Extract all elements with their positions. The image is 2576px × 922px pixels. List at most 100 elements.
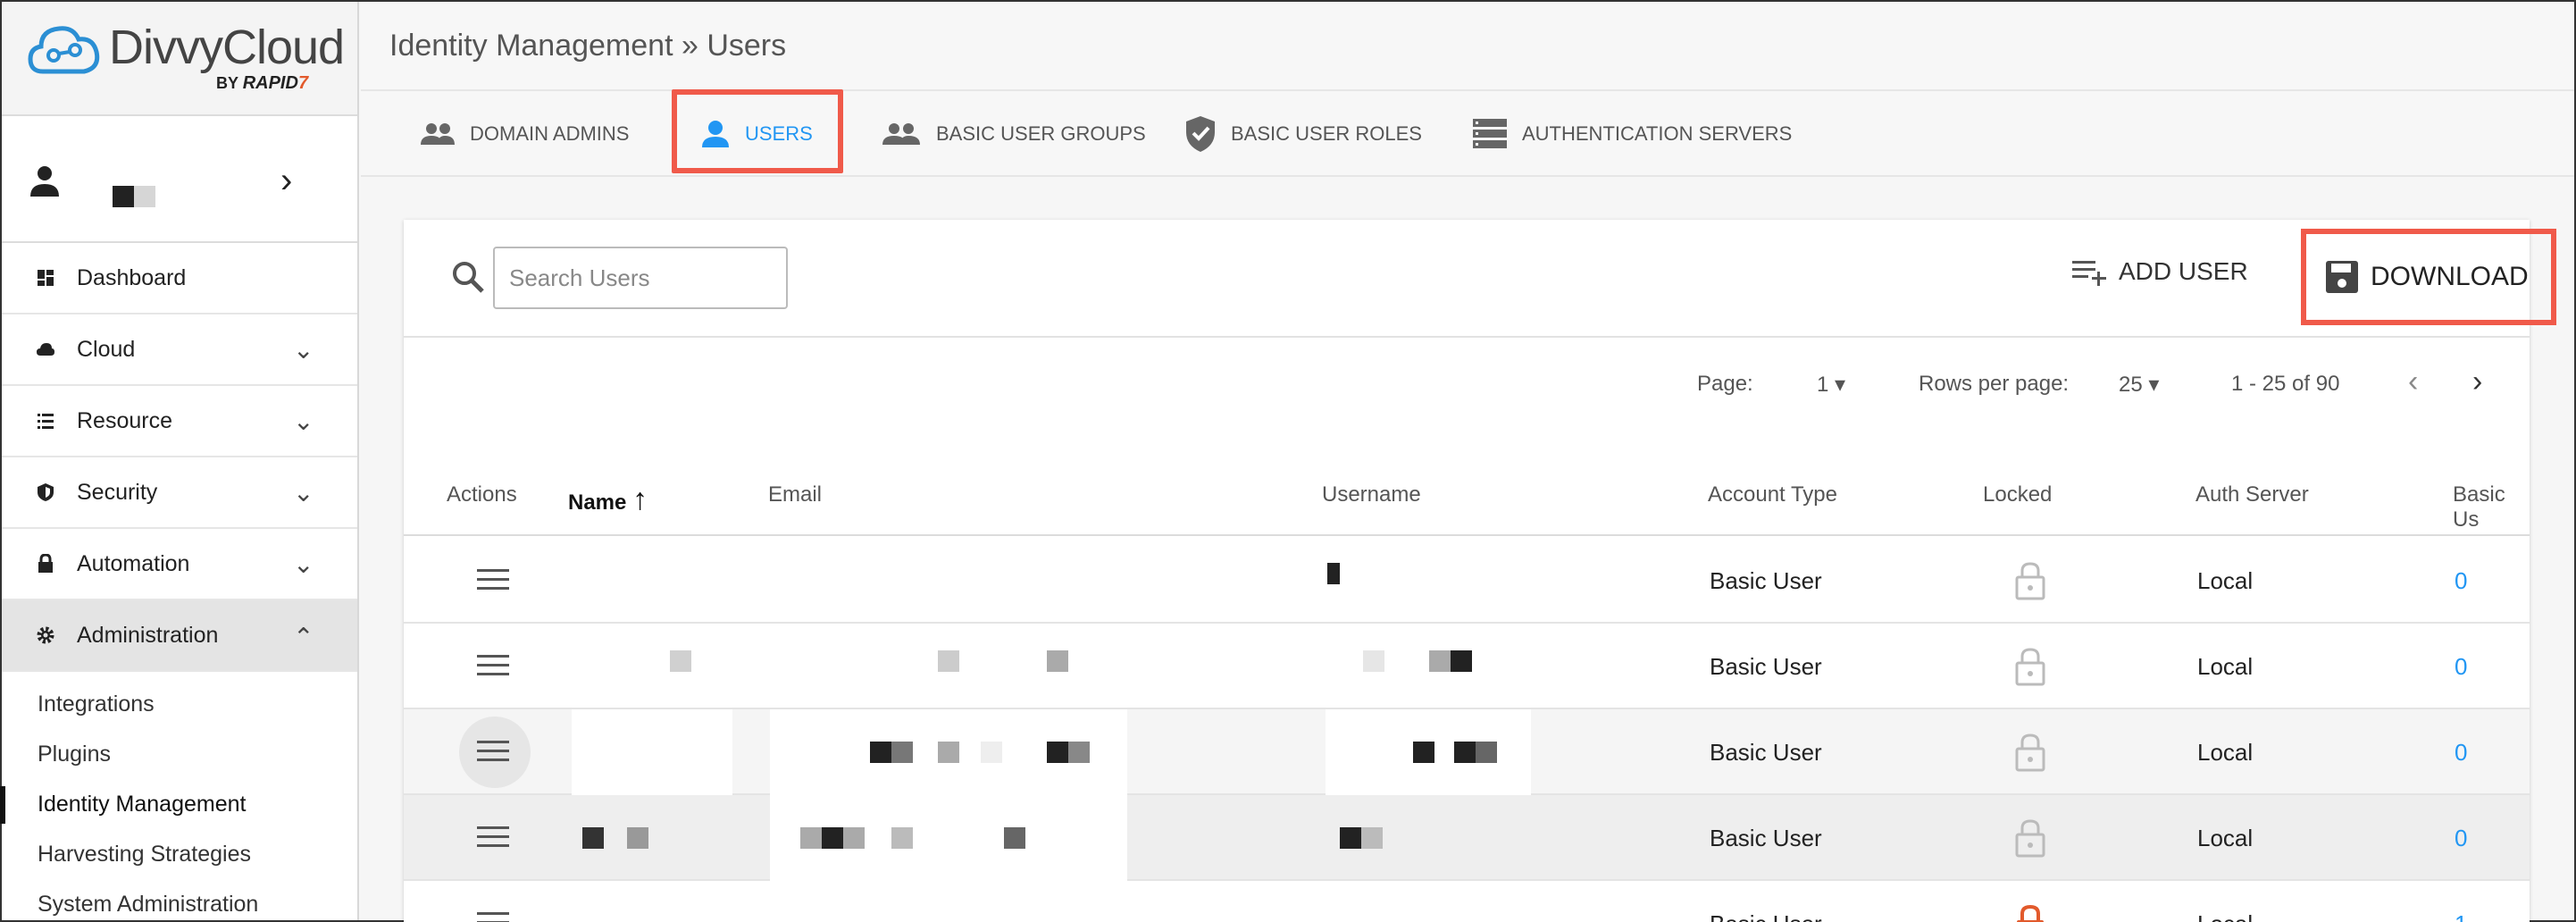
tab-basic-user-groups[interactable]: BASIC USER GROUPS — [881, 91, 1146, 177]
column-header-email[interactable]: Email — [768, 482, 822, 507]
row-actions-menu-icon[interactable] — [477, 565, 509, 595]
rows-per-page-value: 25 — [2119, 373, 2143, 397]
column-header-actions: Actions — [447, 482, 517, 507]
sidebar-item-dashboard[interactable]: Dashboard — [2, 243, 357, 314]
chevron-up-icon: ⌄ — [293, 621, 314, 650]
server-icon — [1473, 119, 1507, 148]
column-header-name-label: Name — [568, 490, 627, 515]
basic-user-groups-count-link[interactable]: 0 — [2455, 825, 2467, 852]
add-user-button[interactable]: ADD USER — [2070, 256, 2248, 288]
auth-server-cell: Local — [2197, 825, 2254, 851]
sidebar-item-security[interactable]: Security ⌄ — [2, 457, 357, 529]
sidebar-item-cloud[interactable]: Cloud ⌄ — [2, 314, 357, 386]
shield-check-icon — [1186, 116, 1215, 152]
rows-per-page-select[interactable]: 25 ▾ — [2119, 372, 2159, 398]
page-select[interactable]: 1 ▾ — [1817, 372, 1845, 398]
dropdown-arrow-icon: ▾ — [2148, 373, 2160, 397]
redacted-username — [1451, 650, 1472, 672]
sidebar-subitem-system-administration[interactable]: System Administration — [2, 879, 357, 922]
sidebar: DivvyCloud BY RAPID7 › Dashboard Cloud ⌄… — [0, 2, 359, 922]
tab-basic-user-roles[interactable]: BASIC USER ROLES — [1184, 91, 1422, 177]
cloud-logo-icon — [28, 26, 100, 74]
table-row[interactable]: Basic User Local 0 — [404, 709, 2530, 795]
redacted-email — [938, 742, 959, 763]
people-icon — [882, 123, 920, 145]
page-label: Page: — [1697, 372, 1753, 396]
table-row[interactable]: Basic User Local 0 — [404, 795, 2530, 881]
redacted-username — [1340, 827, 1361, 849]
dropdown-arrow-icon: ▾ — [1835, 373, 1846, 397]
table-header: Actions Name ↑ Email Username Account Ty… — [404, 447, 2530, 536]
shield-icon — [38, 483, 54, 501]
redacted-email — [938, 650, 959, 672]
prev-page-icon[interactable]: ‹ — [2408, 365, 2418, 399]
page-title: Identity Management » Users — [389, 29, 787, 63]
download-button[interactable]: DOWNLOAD — [2301, 229, 2556, 325]
sidebar-subitem-harvesting-strategies[interactable]: Harvesting Strategies — [2, 829, 357, 879]
column-header-basic-users[interactable]: Basic Us — [2453, 482, 2530, 532]
table-row[interactable]: Basic User Local 0 — [404, 538, 2530, 624]
cloud-icon — [37, 343, 54, 356]
column-header-locked[interactable]: Locked — [1983, 482, 2052, 507]
user-profile[interactable]: › — [2, 116, 357, 243]
row-actions-menu-icon[interactable] — [477, 736, 509, 767]
column-header-auth-server[interactable]: Auth Server — [2195, 482, 2309, 507]
table-row[interactable]: Basic User Local 0 — [404, 624, 2530, 709]
auth-server-cell: Local — [2197, 653, 2254, 680]
tab-domain-admins[interactable]: DOMAIN ADMINS — [420, 91, 629, 177]
sidebar-subitem-plugins[interactable]: Plugins — [2, 729, 357, 779]
list-icon — [38, 414, 54, 429]
redacted-username — [1327, 563, 1340, 584]
users-table-card: ADD USER DOWNLOAD Page: 1 ▾ Rows per pag… — [404, 220, 2556, 922]
logo: DivvyCloud BY RAPID7 — [2, 2, 357, 116]
brand-rapid-text: RAPID — [242, 73, 298, 93]
chevron-down-icon: ⌄ — [293, 549, 314, 578]
tab-label: AUTHENTICATION SERVERS — [1522, 122, 1793, 145]
sidebar-subitem-integrations[interactable]: Integrations — [2, 679, 357, 729]
avatar-redacted — [113, 186, 134, 207]
table-row[interactable]: Basic User Local 1 — [404, 881, 2530, 922]
tab-label: BASIC USER ROLES — [1231, 122, 1422, 145]
sidebar-item-resource[interactable]: Resource ⌄ — [2, 386, 357, 457]
sidebar-item-label: Automation — [77, 550, 190, 576]
redacted-email — [1004, 827, 1025, 849]
redacted-email — [800, 827, 822, 849]
sidebar-item-label: Cloud — [77, 336, 136, 362]
chevron-down-icon: ⌄ — [293, 335, 314, 364]
row-actions-menu-icon[interactable] — [477, 650, 509, 681]
search-icon — [453, 262, 484, 293]
top-bar: Identity Management » Users — [361, 2, 2574, 91]
basic-user-groups-count-link[interactable]: 1 — [2455, 910, 2467, 922]
basic-user-groups-count-link[interactable]: 0 — [2455, 653, 2467, 681]
sidebar-item-administration[interactable]: Administration ⌄ — [2, 600, 357, 672]
row-actions-menu-icon[interactable] — [477, 822, 509, 852]
chevron-right-icon[interactable]: › — [280, 161, 292, 201]
column-header-name[interactable]: Name ↑ — [568, 482, 648, 517]
account-type-cell: Basic User — [1710, 739, 1822, 766]
auth-server-cell: Local — [2197, 567, 2254, 594]
column-header-account-type[interactable]: Account Type — [1708, 482, 1837, 507]
basic-user-groups-count-link[interactable]: 0 — [2455, 567, 2467, 595]
tab-label: BASIC USER GROUPS — [936, 122, 1146, 145]
tab-authentication-servers[interactable]: AUTHENTICATION SERVERS — [1472, 91, 1792, 177]
avatar-redacted-light — [134, 186, 155, 207]
gear-icon — [37, 626, 54, 644]
auth-server-cell: Local — [2197, 739, 2254, 766]
lock-icon — [38, 554, 53, 573]
next-page-icon[interactable]: › — [2472, 365, 2482, 399]
redacted-email — [870, 742, 891, 763]
redacted-email — [891, 827, 913, 849]
redacted-name — [627, 827, 648, 849]
row-actions-menu-icon[interactable] — [477, 908, 509, 922]
sidebar-item-automation[interactable]: Automation ⌄ — [2, 529, 357, 600]
sidebar-item-label: Security — [77, 479, 158, 505]
account-type-cell: Basic User — [1710, 567, 1822, 594]
basic-user-groups-count-link[interactable]: 0 — [2455, 739, 2467, 767]
chevron-down-icon: ⌄ — [293, 407, 314, 435]
sidebar-subitem-identity-management[interactable]: Identity Management — [0, 779, 357, 829]
lock-open-icon — [2015, 733, 2045, 772]
redacted-email — [822, 827, 843, 849]
search-input[interactable] — [493, 247, 788, 309]
column-header-username[interactable]: Username — [1322, 482, 1421, 507]
playlist-add-icon — [2072, 261, 2106, 286]
